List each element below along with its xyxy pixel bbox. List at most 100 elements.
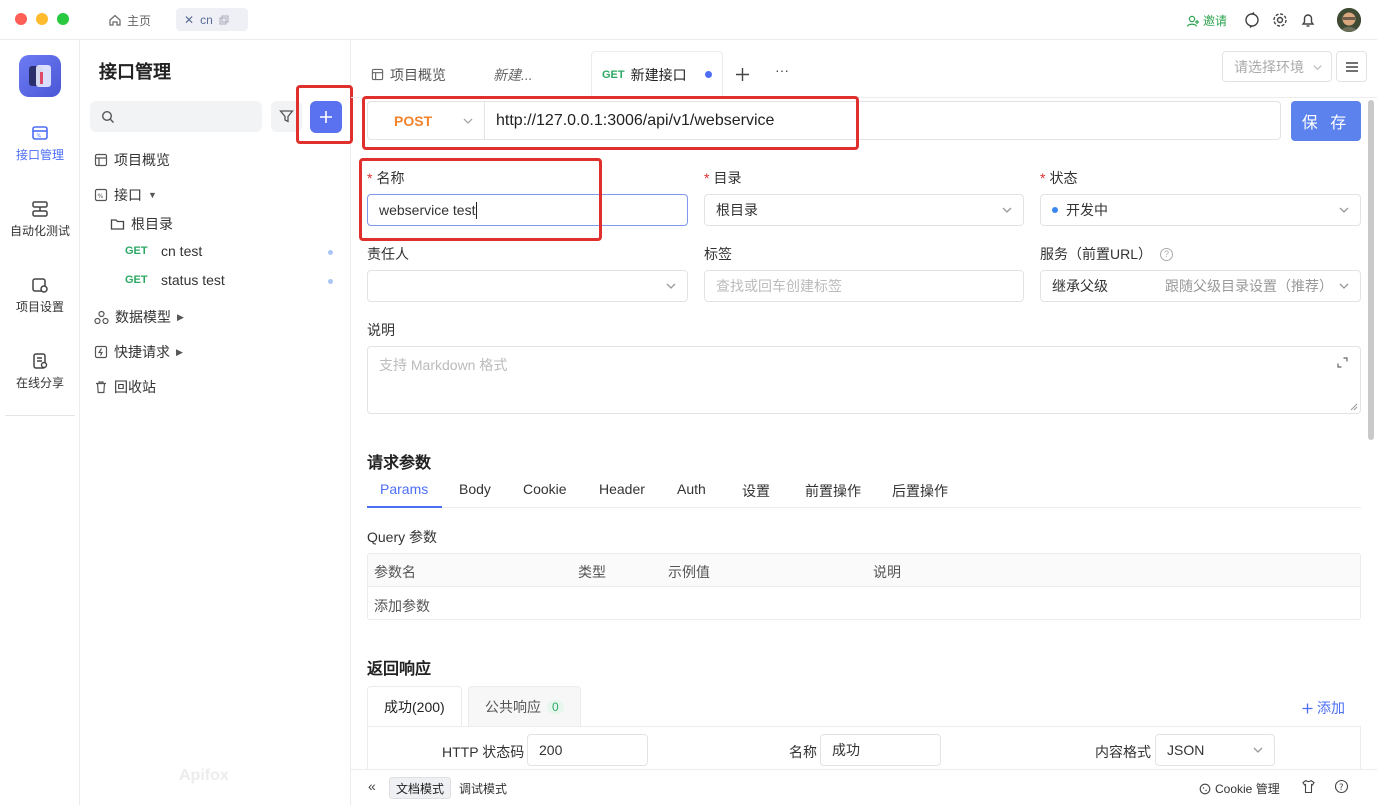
nav-automation-test-label: 自动化测试 — [9, 224, 70, 238]
shirt-icon[interactable] — [1301, 779, 1316, 794]
request-url-bar: POST http://127.0.0.1:3006/api/v1/webser… — [367, 101, 1281, 140]
home-icon — [109, 14, 121, 26]
response-name-value: 成功 — [832, 742, 860, 758]
plus-icon — [1302, 703, 1313, 713]
sidebar-title: 接口管理 — [99, 62, 171, 82]
tree-project-overview[interactable]: 项目概览 — [94, 150, 170, 170]
tab-auth[interactable]: Auth — [677, 481, 706, 497]
svg-text:%: % — [98, 193, 104, 200]
tab-project-overview[interactable]: 项目概览 — [361, 51, 456, 98]
settings-gear-icon[interactable] — [1271, 11, 1289, 29]
chevron-down-icon — [1313, 65, 1322, 71]
tab-new-api[interactable]: GET 新建接口 — [591, 51, 723, 98]
nav-automation-test[interactable]: 自动化测试 — [0, 200, 80, 239]
tab-cookie[interactable]: Cookie — [523, 481, 567, 497]
resize-handle-icon[interactable] — [1350, 403, 1358, 411]
help-circle-icon[interactable]: ? — [1334, 779, 1349, 794]
debug-mode-button[interactable]: 调试模式 — [453, 777, 513, 799]
url-input[interactable]: http://127.0.0.1:3006/api/v1/webservice — [496, 102, 774, 139]
http-code-input[interactable]: 200 — [527, 734, 648, 766]
help-icon[interactable]: ? — [1160, 247, 1174, 261]
add-api-button[interactable] — [310, 101, 342, 133]
invite-button[interactable]: 邀请 — [1186, 12, 1227, 29]
share-doc-icon — [33, 353, 48, 369]
more-tabs-button[interactable]: ··· — [765, 46, 799, 93]
query-params-title: Query 参数 — [367, 529, 438, 545]
app-logo[interactable] — [19, 55, 61, 97]
hamburger-icon — [1346, 62, 1358, 72]
collapse-sidebar-icon[interactable]: « — [368, 778, 376, 794]
column-param-name: 参数名 — [374, 564, 416, 580]
request-params-title: 请求参数 — [367, 455, 432, 472]
menu-button[interactable] — [1336, 51, 1367, 82]
tab-response-success[interactable]: 成功(200) — [367, 686, 462, 727]
tags-input[interactable]: 查找或回车创建标签 — [704, 270, 1024, 302]
tab-common-response[interactable]: 公共响应 0 — [468, 686, 581, 727]
window-tab-cn[interactable]: ✕ cn — [176, 8, 248, 31]
tab-header[interactable]: Header — [599, 481, 645, 497]
app-window: 主页 ✕ cn 邀请 % 接口管理 自动化测试 项目设置 在线分享 接口管理 项… — [0, 0, 1377, 805]
tab-params[interactable]: Params — [380, 481, 428, 497]
column-type: 类型 — [578, 564, 606, 580]
tab-body[interactable]: Body — [459, 481, 491, 497]
add-param-input[interactable]: 添加参数 — [374, 596, 430, 616]
bell-icon[interactable] — [1299, 11, 1317, 29]
close-window-button[interactable] — [15, 13, 27, 25]
content-type-label: 内容格式 — [1095, 744, 1151, 760]
tree-quick-requests[interactable]: 快捷请求 ▶ — [94, 342, 183, 362]
description-textarea[interactable]: 支持 Markdown 格式 — [367, 346, 1361, 414]
response-name-input[interactable]: 成功 — [820, 734, 941, 766]
filter-icon — [279, 110, 294, 123]
minimize-window-button[interactable] — [36, 13, 48, 25]
folder-select[interactable]: 根目录 — [704, 194, 1024, 226]
tree-trash[interactable]: 回收站 — [94, 377, 156, 397]
main-scrollbar[interactable] — [1368, 100, 1374, 440]
editor-tabs: 项目概览 新建... GET 新建接口 ··· 请选择环境 — [351, 40, 1377, 98]
save-button[interactable]: 保 存 — [1291, 101, 1361, 141]
content-type-value: JSON — [1167, 742, 1205, 758]
maximize-window-button[interactable] — [57, 13, 69, 25]
new-tab-button[interactable] — [725, 51, 760, 98]
status-dot-icon — [1052, 207, 1058, 213]
tree-root-folder[interactable]: 根目录 — [110, 214, 173, 234]
tab-settings[interactable]: 设置 — [742, 481, 770, 501]
chevron-down-icon — [1339, 207, 1349, 213]
tab-post-actions[interactable]: 后置操作 — [892, 481, 948, 501]
tree-api-item[interactable]: GET cn test — [125, 243, 202, 259]
home-tab[interactable]: 主页 — [108, 9, 151, 31]
tab-draft[interactable]: 新建... — [483, 51, 543, 98]
nav-api-management[interactable]: % 接口管理 — [0, 124, 80, 163]
doc-mode-button[interactable]: 文档模式 — [389, 777, 452, 799]
tab-pre-actions[interactable]: 前置操作 — [805, 481, 861, 501]
tree-data-models[interactable]: 数据模型 ▶ — [94, 307, 184, 327]
cookie-manage-button[interactable]: Cookie 管理 — [1199, 780, 1280, 797]
name-input[interactable]: webservice test — [367, 194, 688, 226]
expand-icon[interactable] — [1337, 357, 1348, 368]
add-response-button[interactable]: 添加 — [1302, 698, 1345, 718]
column-example: 示例值 — [668, 564, 710, 580]
apifox-watermark: Apifox — [179, 767, 229, 784]
tree-api-item[interactable]: GET status test — [125, 272, 225, 288]
user-avatar[interactable] — [1337, 8, 1361, 32]
status-select[interactable]: 开发中 — [1040, 194, 1361, 226]
folder-value: 根目录 — [716, 202, 758, 218]
copy-icon — [219, 15, 229, 24]
sidebar-search-input[interactable] — [90, 101, 262, 132]
api-icon: % — [32, 126, 48, 140]
sync-icon[interactable] — [1243, 11, 1261, 29]
service-select[interactable]: 继承父级 跟随父级目录设置（推荐） — [1040, 270, 1361, 302]
search-icon — [101, 110, 114, 123]
tab-method-badge: GET — [602, 68, 625, 81]
content-type-select[interactable]: JSON — [1155, 734, 1275, 766]
owner-select[interactable] — [367, 270, 688, 302]
tree-trash-label: 回收站 — [114, 379, 156, 395]
status-label: * 状态 — [1040, 170, 1078, 186]
api-name: cn test — [161, 243, 203, 259]
tree-api-group[interactable]: % 接口 ▼ — [94, 185, 157, 205]
close-tab-icon[interactable]: ✕ — [184, 13, 194, 27]
environment-select[interactable]: 请选择环境 — [1222, 51, 1332, 82]
method-select[interactable]: POST — [368, 102, 485, 139]
nav-project-settings[interactable]: 项目设置 — [0, 276, 80, 315]
nav-online-share[interactable]: 在线分享 — [0, 352, 80, 391]
filter-button[interactable] — [271, 101, 302, 132]
